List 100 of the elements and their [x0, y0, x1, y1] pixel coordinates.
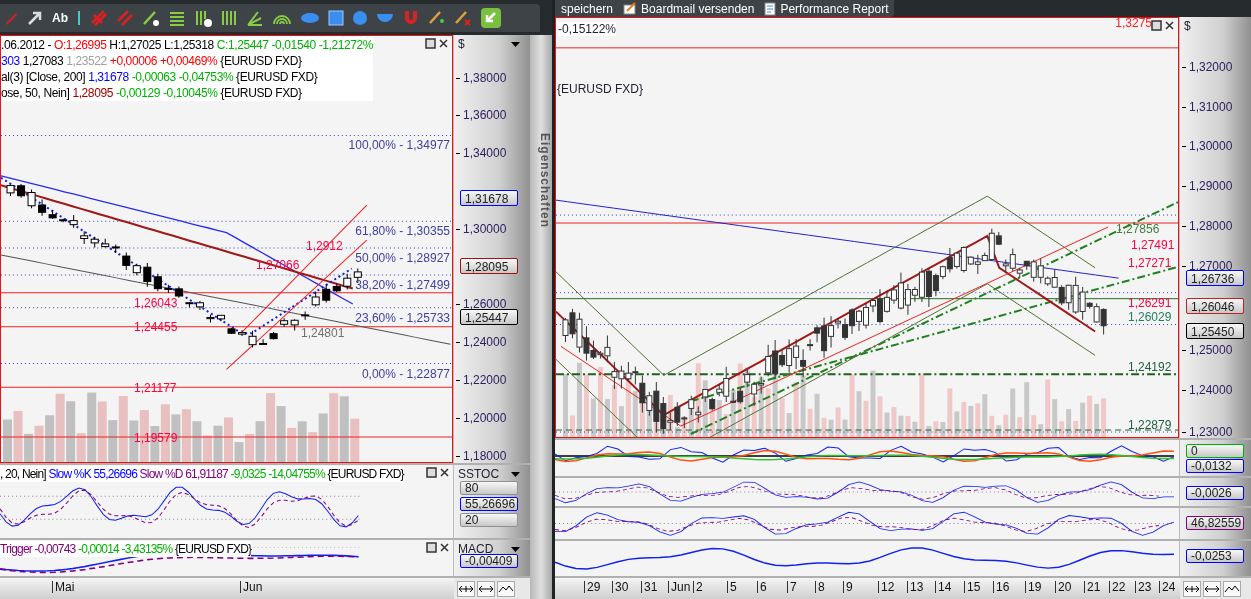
axis-label: Jun	[668, 581, 691, 593]
auto-fit-button[interactable]	[497, 581, 515, 597]
time-lines-icon[interactable]	[194, 9, 212, 27]
maximize-icon[interactable]	[1151, 20, 1162, 31]
volume-bar	[34, 425, 44, 462]
vertical-lines-icon[interactable]	[220, 9, 238, 27]
auto-fit-button[interactable]	[1223, 581, 1241, 597]
pencil-delete-icon[interactable]	[454, 9, 472, 27]
candlestick	[111, 243, 120, 254]
legend-text: Trigger -0,00743 -0,00014 -3,43135% {EURUSD FXD}	[0, 541, 252, 557]
zoom-out-button[interactable]	[1203, 581, 1221, 597]
toolbar-button[interactable]: speichern	[561, 1, 614, 16]
axis-label: 13	[907, 581, 924, 593]
horizontal-lines-icon[interactable]	[168, 9, 186, 27]
close-icon[interactable]	[1164, 20, 1175, 31]
dropdown-caret-icon[interactable]	[511, 547, 520, 552]
price-tag: 1,31678	[460, 190, 518, 206]
line-value-label: 1,26291	[1128, 296, 1172, 310]
axis-label: 1,18000	[456, 449, 507, 463]
volume-bar	[213, 425, 223, 462]
circle-icon[interactable]	[352, 10, 368, 26]
axis-label: 23	[1135, 581, 1152, 593]
expand-arrows-icon	[458, 583, 474, 595]
horizontal-arrows-icon	[478, 583, 494, 595]
value-tag: -0,0253	[1186, 549, 1244, 563]
toolbar-button[interactable]: Boardmail versenden	[623, 1, 755, 16]
line-value-label: 1,24192	[1128, 360, 1172, 374]
expand-arrows-icon	[1184, 583, 1200, 595]
axis-label: 1,31000	[1182, 100, 1233, 114]
axis-label: 1,28000	[1182, 219, 1233, 233]
candlestick	[164, 284, 173, 294]
vertical-line-icon[interactable]	[76, 9, 82, 27]
maximize-icon[interactable]	[425, 38, 436, 49]
currency-label: $	[1184, 19, 1191, 33]
zoom-out-button[interactable]	[477, 581, 495, 597]
arrow-button-icon[interactable]	[480, 7, 502, 29]
axis-label: 1,24000	[1182, 383, 1233, 397]
candlestick	[280, 317, 289, 328]
volume-bar	[3, 419, 12, 462]
volume-bar	[181, 409, 191, 462]
currency-label: $	[458, 37, 465, 51]
axis-label: 1,24000	[456, 335, 507, 349]
axis-label: 30	[612, 581, 629, 593]
axis-label: 12	[878, 581, 895, 593]
close-icon[interactable]	[438, 38, 449, 49]
axis-label: 1,32000	[1182, 60, 1233, 74]
volume-bar	[297, 421, 307, 462]
axis-label: 1,23000	[1182, 425, 1233, 439]
properties-tab[interactable]: Eigenschaften	[530, 35, 552, 599]
axis-label: Jun	[240, 581, 263, 593]
line-value-label: 1,19579	[134, 431, 178, 445]
value-tag: -0,0026	[1186, 486, 1244, 500]
candlestick	[90, 236, 99, 249]
fibonacci-label: 50,00% - 1,28927	[355, 251, 450, 265]
candlestick	[227, 327, 236, 335]
volume-bar	[329, 393, 339, 462]
zoom-in-button[interactable]	[457, 581, 475, 597]
axis-label: 29	[584, 581, 601, 593]
zoom-in-button[interactable]	[1183, 581, 1201, 597]
candlestick	[217, 314, 225, 322]
axis-label: 14	[935, 581, 952, 593]
line-value-label: 1,26029	[1128, 310, 1172, 324]
value-tag: 55,26696	[460, 497, 518, 511]
fibonacci-label: 61,80% - 1,30355	[355, 224, 450, 238]
axis-label: 1,29000	[1182, 179, 1233, 193]
axis-label: Mai	[52, 581, 75, 593]
axis-label: 15	[964, 581, 981, 593]
line-value-label: 1,27271	[1128, 256, 1172, 270]
candlestick	[6, 184, 15, 197]
line-value-label: 1,27491	[1131, 238, 1175, 252]
ellipse-icon[interactable]	[300, 12, 320, 24]
axis-label: 1,26000	[456, 297, 507, 311]
price-tag: 1,28095	[460, 258, 518, 274]
value-tag: -0,0132	[1186, 459, 1244, 473]
dropdown-caret-icon[interactable]	[511, 42, 520, 47]
candlestick	[301, 311, 310, 321]
close-icon[interactable]	[439, 467, 450, 478]
price-tag: 1,25450	[1186, 323, 1244, 339]
arrow-icon[interactable]	[26, 9, 44, 27]
fan-icon[interactable]	[246, 9, 264, 27]
axis-label: 19	[1025, 581, 1042, 593]
close-icon[interactable]	[439, 542, 450, 553]
candlestick	[153, 273, 162, 292]
maximize-icon[interactable]	[426, 467, 437, 478]
maximize-icon[interactable]	[426, 542, 437, 553]
candlestick	[174, 286, 183, 299]
fibonacci-label: 38,20% - 1,27499	[355, 278, 450, 292]
candlestick	[311, 290, 320, 307]
axis-label: 1,38000	[456, 71, 507, 85]
axis-label: 2	[693, 581, 703, 593]
text-tool-button[interactable]: Ab	[52, 11, 68, 25]
axis-label: 1,36000	[456, 108, 507, 122]
line-g-icon[interactable]	[142, 9, 160, 27]
axis-label: 1,27000	[1182, 259, 1233, 273]
candlestick	[269, 331, 278, 341]
axis-label: 1,22000	[456, 373, 507, 387]
value-tag: 20	[460, 513, 518, 527]
dropdown-caret-icon[interactable]	[511, 472, 520, 477]
toolbar-button[interactable]: Performance Report	[764, 1, 889, 16]
axis-label: 8	[815, 581, 825, 593]
